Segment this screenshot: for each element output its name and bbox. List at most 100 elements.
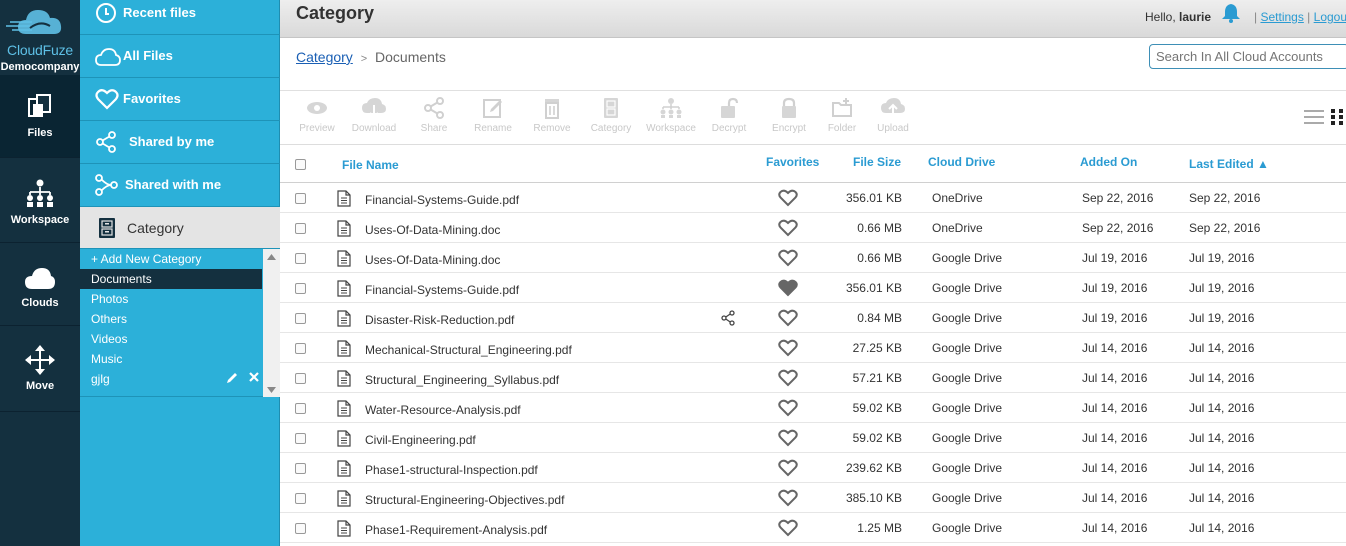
file-size: 356.01 KB (845, 191, 902, 205)
file-size: 0.84 MB (857, 311, 902, 325)
top-bar: Category Hello, laurie | Settings | Logo… (280, 0, 1346, 38)
folder-label: Folder (827, 123, 857, 134)
table-row[interactable]: Water-Resource-Analysis.pdf 59.02 KB Googl… (280, 393, 1346, 423)
sidebar-item-all-files[interactable]: All Files (80, 35, 280, 78)
sidebar-label-shared-with-me: Shared with me (125, 177, 222, 192)
scroll-up-icon[interactable] (267, 254, 276, 260)
last-edited: Jul 14, 2016 (1189, 491, 1255, 505)
breadcrumb-separator: > (360, 53, 368, 65)
file-size: 59.02 KB (852, 401, 902, 415)
category-item-videos[interactable]: Videos (80, 329, 262, 349)
col-cloud-drive[interactable]: Cloud Drive (928, 155, 995, 169)
rail-item-move[interactable]: Move (0, 326, 80, 412)
category-item-photos[interactable]: Photos (80, 289, 262, 309)
rail-item-workspace[interactable]: Workspace (0, 158, 80, 243)
col-file-size[interactable]: File Size (853, 155, 901, 169)
sidebar-item-category[interactable]: Category (80, 207, 280, 249)
company-name: Democompany (0, 61, 80, 73)
bell-icon[interactable] (1220, 2, 1242, 24)
cloud-drive: OneDrive (932, 221, 983, 235)
sidebar-item-shared-with-me[interactable]: Shared with me (80, 164, 280, 207)
decrypt-button[interactable]: Decrypt (704, 97, 754, 134)
folder-button[interactable]: Folder (817, 97, 867, 134)
logout-link[interactable]: Logout (1314, 10, 1346, 24)
search-box[interactable] (1149, 44, 1346, 69)
cloud-drive: Google Drive (932, 341, 1003, 355)
edit-icon[interactable] (225, 371, 239, 385)
added-on: Sep 22, 2016 (1082, 221, 1154, 235)
category-item-documents[interactable]: Documents (80, 269, 262, 289)
list-view-icon[interactable] (1304, 109, 1324, 125)
table-row[interactable]: Mechanical-Structural_Engineering.pdf 27.… (280, 333, 1346, 363)
table-row[interactable]: Financial-Systems-Guide.pdf 356.01 KB OneD… (280, 183, 1346, 213)
table-row[interactable]: Disaster-Risk-Reduction.pdf 0.84 MB Google… (280, 303, 1346, 333)
last-edited: Jul 19, 2016 (1189, 311, 1255, 325)
table-row[interactable]: Civil-Engineering.pdf 59.02 KB Google Driv… (280, 423, 1346, 453)
delete-icon[interactable] (248, 371, 260, 383)
table-row[interactable]: Phase1-structural-Inspection.pdf 239.62 K… (280, 453, 1346, 483)
encrypt-button[interactable]: Encrypt (764, 97, 814, 134)
upload-button[interactable]: Upload (868, 97, 918, 134)
last-edited: Jul 14, 2016 (1189, 341, 1255, 355)
lock-icon (782, 97, 796, 118)
brand-name: CloudFuze (7, 42, 73, 58)
col-favorites[interactable]: Favorites (766, 155, 819, 169)
last-edited: Jul 19, 2016 (1189, 251, 1255, 265)
share-icon (96, 131, 116, 153)
table-row[interactable]: Financial-Systems-Guide.pdf 356.01 KB Goog… (280, 273, 1346, 303)
share-tool-icon (424, 97, 444, 119)
settings-link[interactable]: Settings (1260, 10, 1303, 24)
table-row[interactable]: Uses-Of-Data-Mining.doc 0.66 MB OneDrive Se… (280, 213, 1346, 243)
col-file-name[interactable]: File Name (342, 158, 399, 172)
workspace-icon (27, 179, 53, 207)
last-edited: Sep 22, 2016 (1189, 221, 1261, 235)
download-button[interactable]: Download (349, 97, 399, 134)
cloud-drive: Google Drive (932, 431, 1003, 445)
share-in-icon (95, 174, 118, 196)
sidebar-item-favorites[interactable]: Favorites (80, 78, 280, 121)
cloudfuze-logo[interactable]: CloudFuze Democompany (0, 0, 80, 75)
cloud-icon (25, 268, 55, 289)
scroll-down-icon[interactable] (267, 387, 276, 393)
cloud-drive: Google Drive (932, 401, 1003, 415)
file-size: 0.66 MB (857, 251, 902, 265)
category-label: Category (590, 123, 632, 134)
file-size: 385.10 KB (845, 491, 902, 505)
greeting: Hello, laurie (1145, 10, 1211, 24)
sidebar-label-recent: Recent files (123, 5, 196, 20)
rename-button[interactable]: Rename (468, 97, 518, 134)
category-item-music[interactable]: Music (80, 349, 262, 369)
table-header: File Name Favorites File Size Cloud Driv… (280, 145, 1346, 183)
breadcrumb-root[interactable]: Category (296, 49, 353, 65)
table-row[interactable]: Structural_Engineering_Syllabus.pdf 57.21… (280, 363, 1346, 393)
added-on: Jul 14, 2016 (1082, 461, 1148, 475)
remove-button[interactable]: Remove (527, 97, 577, 134)
search-input[interactable] (1156, 46, 1336, 67)
table-row[interactable]: Phase1-Requirement-Analysis.pdf 1.25 MB Go… (280, 513, 1346, 543)
upload-cloud-icon (881, 98, 905, 117)
select-all-checkbox[interactable] (295, 159, 306, 170)
table-row[interactable]: Structural-Engineering-Objectives.pdf 385… (280, 483, 1346, 513)
col-added-on[interactable]: Added On (1080, 155, 1137, 169)
workspace-label: Workspace (646, 123, 696, 134)
sidebar-item-recent-files[interactable]: Recent files (80, 0, 280, 35)
category-button[interactable]: Category (586, 97, 636, 134)
cabinet-icon (99, 218, 115, 238)
breadcrumb-current: Documents (375, 49, 446, 65)
preview-button[interactable]: Preview (292, 97, 342, 134)
sidebar-item-shared-by-me[interactable]: Shared by me (80, 121, 280, 164)
upload-label: Upload (877, 123, 909, 134)
trash-icon (545, 99, 559, 119)
category-scrollbar[interactable] (263, 249, 280, 397)
rail-item-clouds[interactable]: Clouds (0, 243, 80, 326)
add-category-link[interactable]: + Add New Category (80, 249, 262, 269)
workspace-button[interactable]: Workspace (646, 97, 696, 134)
share-button[interactable]: Share (409, 97, 459, 134)
col-last-edited[interactable]: Last Edited ▲ (1189, 157, 1269, 171)
cloud-drive: Google Drive (932, 281, 1003, 295)
category-item-others[interactable]: Others (80, 309, 262, 329)
rail-item-files[interactable]: Files (0, 75, 80, 158)
grid-view-icon[interactable] (1331, 109, 1346, 125)
cloud-drive: Google Drive (932, 311, 1003, 325)
table-row[interactable]: Uses-Of-Data-Mining.doc 0.66 MB Google Dri… (280, 243, 1346, 273)
